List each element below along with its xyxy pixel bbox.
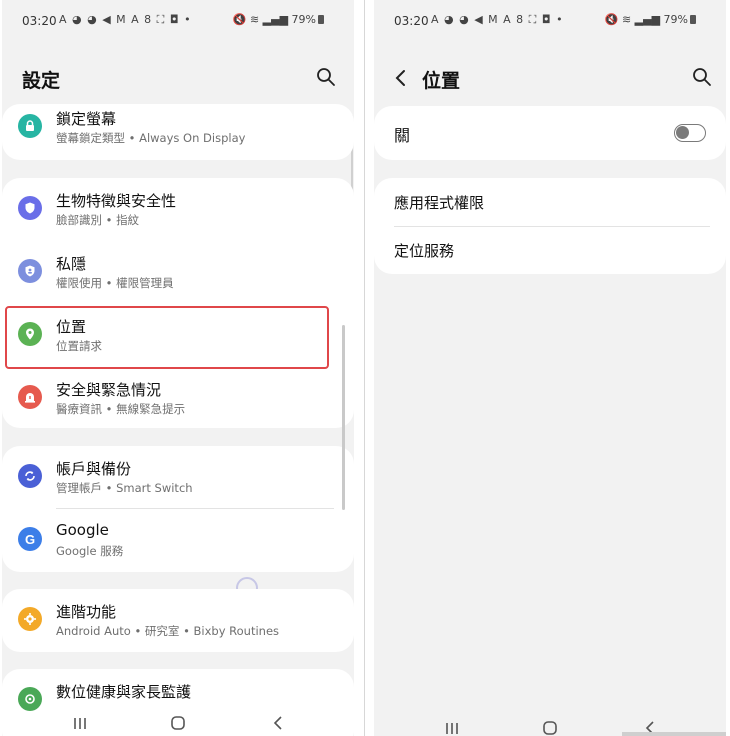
- settings-item-privacy[interactable]: 私隱 權限使用 • 權限管理員: [2, 241, 354, 304]
- item-title: 定位服務: [394, 242, 455, 260]
- notification-icons: A ◕ ◕ ◀ M A 8 ⛶ ◘ •: [59, 13, 192, 26]
- battery-percent: 79%: [663, 13, 688, 26]
- recent-apps-icon: [74, 718, 86, 729]
- item-title: 帳戶與備份: [56, 460, 132, 478]
- card-location-options: 應用程式權限 定位服務: [374, 178, 726, 274]
- settings-item-safety-emergency[interactable]: 安全與緊急情況 醫療資訊 • 無線緊急提示: [2, 367, 354, 428]
- status-right: 🔇 ≋ ▂▄▆ 79%: [605, 13, 696, 26]
- search-icon: [317, 68, 335, 86]
- item-title: 應用程式權限: [394, 194, 485, 212]
- screen-separator: [364, 0, 365, 736]
- item-title: 鎖定螢幕: [56, 110, 117, 128]
- bottom-edge: [622, 732, 726, 736]
- signal-icon: ▂▄▆: [262, 13, 289, 26]
- status-bar: 03:20 A ◕ ◕ ◀ M A 8 ⛶ ◘ • 🔇 ≋ ▂▄▆ 79%: [2, 0, 354, 40]
- settings-item-location-services[interactable]: 定位服務: [374, 226, 726, 274]
- item-subtitle: 權限使用 • 權限管理員: [56, 276, 174, 290]
- settings-item-location[interactable]: 位置 位置請求: [2, 304, 354, 367]
- home-button[interactable]: [540, 718, 560, 736]
- scrollbar[interactable]: [342, 325, 345, 510]
- location-pin-icon: [18, 322, 42, 346]
- battery-icon: [318, 15, 324, 24]
- page-title: 設定: [22, 70, 61, 92]
- recent-apps-button[interactable]: [70, 713, 90, 733]
- settings-screen: 03:20 A ◕ ◕ ◀ M A 8 ⛶ ◘ • 🔇 ≋ ▂▄▆ 79% 設定…: [2, 0, 354, 736]
- google-icon: G: [18, 527, 42, 551]
- settings-item-app-permissions[interactable]: 應用程式權限: [374, 178, 726, 228]
- item-title: 進階功能: [56, 603, 117, 621]
- settings-item-google[interactable]: G Google Google 服務: [2, 509, 354, 572]
- settings-item-biometrics[interactable]: 生物特徵與安全性 臉部識別 • 指紋: [2, 178, 354, 241]
- mute-icon: 🔇: [604, 13, 619, 26]
- item-subtitle: 管理帳戶 • Smart Switch: [56, 481, 193, 495]
- status-right: 🔇 ≋ ▂▄▆ 79%: [233, 13, 324, 26]
- item-subtitle: 螢幕鎖定類型 • Always On Display: [56, 131, 246, 145]
- settings-item-lock-screen[interactable]: 鎖定螢幕 螢幕鎖定類型 • Always On Display: [2, 104, 354, 159]
- wifi-icon: ≋: [621, 13, 632, 26]
- card-location-toggle: 關: [374, 106, 726, 160]
- battery-icon: [690, 15, 696, 24]
- privacy-shield-icon: [18, 259, 42, 283]
- emergency-alert-icon: [18, 385, 42, 409]
- search-button[interactable]: [316, 67, 338, 89]
- item-subtitle: Google 服務: [56, 544, 124, 558]
- navigation-bar: [2, 706, 354, 736]
- item-subtitle: 臉部識別 • 指紋: [56, 213, 140, 227]
- status-bar: 03:20 A ◕ ◕ ◀ M A 8 ⛶ ◘ • 🔇 ≋ ▂▄▆ 79%: [374, 0, 726, 40]
- card-lock-screen: 鎖定螢幕 螢幕鎖定類型 • Always On Display: [2, 104, 354, 160]
- settings-item-accounts-backup[interactable]: 帳戶與備份 管理帳戶 • Smart Switch: [2, 446, 354, 509]
- lock-icon: [18, 114, 42, 138]
- home-icon: [171, 716, 185, 730]
- item-title: 數位健康與家長監護: [56, 683, 192, 701]
- recent-apps-icon: [446, 723, 458, 734]
- wifi-icon: ≋: [249, 13, 260, 26]
- settings-item-advanced-features[interactable]: 進階功能 Android Auto • 研究室 • Bixby Routines: [2, 589, 354, 652]
- item-subtitle: Android Auto • 研究室 • Bixby Routines: [56, 624, 280, 638]
- sync-icon: [18, 464, 42, 488]
- item-subtitle: 位置請求: [56, 339, 102, 353]
- card-accounts: 帳戶與備份 管理帳戶 • Smart Switch G Google Googl…: [2, 446, 354, 572]
- location-switch-label: 關: [394, 126, 411, 145]
- battery-percent: 79%: [291, 13, 316, 26]
- item-title: 私隱: [56, 255, 87, 273]
- card-advanced: 進階功能 Android Auto • 研究室 • Bixby Routines: [2, 589, 354, 652]
- toggle-knob: [676, 126, 689, 139]
- shield-icon: [18, 196, 42, 220]
- location-toggle-switch[interactable]: [674, 124, 706, 142]
- item-title: 生物特徵與安全性: [56, 192, 177, 210]
- item-title: 安全與緊急情況: [56, 381, 162, 399]
- signal-icon: ▂▄▆: [634, 13, 661, 26]
- back-nav-icon: [273, 716, 282, 730]
- item-title: 位置: [56, 318, 87, 336]
- home-button[interactable]: [168, 713, 188, 733]
- mute-icon: 🔇: [232, 13, 247, 26]
- item-title: Google: [56, 521, 109, 539]
- item-subtitle: 醫療資訊 • 無線緊急提示: [56, 402, 186, 416]
- page-title: 位置: [422, 70, 461, 92]
- gear-plus-icon: [18, 607, 42, 631]
- status-time: 03:20: [22, 14, 57, 28]
- search-button[interactable]: [692, 67, 714, 89]
- home-icon: [543, 721, 557, 735]
- search-icon: [693, 68, 711, 86]
- back-button[interactable]: [390, 66, 412, 90]
- location-master-switch-row[interactable]: 關: [374, 108, 726, 158]
- location-screen: 03:20 A ◕ ◕ ◀ M A 8 ⛶ ◘ • 🔇 ≋ ▂▄▆ 79% 位置…: [374, 0, 726, 736]
- back-nav-button[interactable]: [268, 713, 288, 733]
- notification-icons: A ◕ ◕ ◀ M A 8 ⛶ ◘ •: [431, 13, 564, 26]
- chevron-left-icon: [395, 70, 405, 86]
- card-security: 生物特徵與安全性 臉部識別 • 指紋 私隱 權限使用 • 權限管理員 位置 位置…: [2, 178, 354, 428]
- status-time: 03:20: [394, 14, 429, 28]
- recent-apps-button[interactable]: [442, 718, 462, 736]
